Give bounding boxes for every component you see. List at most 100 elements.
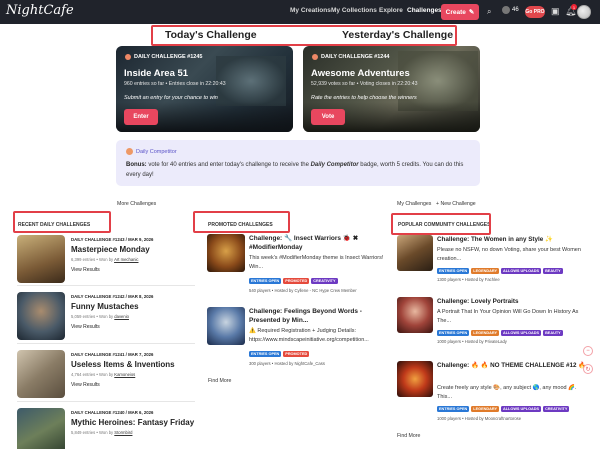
challenge-kicker: DAILY CHALLENGE #1240 / MAR 6, 2026 bbox=[71, 410, 154, 415]
entries-text: 5,059 entries • Won by bbox=[71, 314, 115, 319]
daily-challenge-item[interactable]: DAILY CHALLENGE #1241 / MAR 7, 2026 Usel… bbox=[17, 350, 195, 402]
daily-competitor-banner: Daily Competitor Bonus: vote for 40 entr… bbox=[116, 140, 480, 186]
challenge-thumbnail bbox=[397, 297, 433, 333]
yesterdays-challenge-card[interactable]: DAILY CHALLENGE #1244 Awesome Adventures… bbox=[303, 46, 480, 132]
badge-name: Daily Competitor bbox=[310, 162, 359, 168]
enter-button[interactable]: Enter bbox=[124, 109, 158, 125]
my-challenges-link[interactable]: My Challenges bbox=[397, 201, 431, 207]
community-challenge-item[interactable]: Challenge: 🔥 🔥 NO THEME CHALLENGE #12 🔥 … bbox=[397, 361, 586, 427]
pill-label: Daily Competitor bbox=[136, 148, 177, 155]
competitor-text: Bonus: vote for 40 entries and enter tod… bbox=[126, 161, 476, 180]
competitor-icon bbox=[126, 148, 133, 155]
tag-creativity: CREATIVITY bbox=[543, 406, 570, 412]
view-results-link[interactable]: View Results bbox=[71, 382, 100, 388]
create-label: Create bbox=[445, 8, 466, 16]
nav-my-collections[interactable]: My Collections bbox=[331, 7, 377, 14]
pencil-icon: ✎ bbox=[468, 9, 475, 16]
daily-challenge-item[interactable]: DAILY CHALLENGE #1243 / MAR 9, 2026 Mast… bbox=[17, 235, 195, 287]
annotation-box bbox=[391, 213, 491, 235]
bonus-text: vote for 40 entries and enter today's ch… bbox=[146, 162, 311, 168]
tag-legendary: LEGENDARY bbox=[471, 406, 499, 412]
winner-link[interactable]: Kamoneios bbox=[114, 372, 135, 377]
challenge-entries: 6,399 entries • Won by Art mechanic bbox=[71, 257, 139, 262]
challenge-desc: Submit an entry for your chance to win bbox=[124, 95, 218, 101]
winner-link[interactable]: Stormbird bbox=[114, 430, 132, 435]
notification-badge: 1 bbox=[571, 4, 577, 10]
challenge-name: Mythic Heroines: Fantasy Friday ×... bbox=[71, 418, 195, 427]
more-challenges-link[interactable]: More Challenges bbox=[117, 201, 156, 207]
community-challenge-item[interactable]: Challenge: Lovely Portraits A Portrait T… bbox=[397, 297, 583, 351]
go-pro-button[interactable]: Go PRO bbox=[525, 6, 545, 18]
challenge-title: Awesome Adventures bbox=[311, 68, 410, 79]
challenge-title: Challenge: Feelings Beyond Words - Prese… bbox=[249, 308, 362, 324]
tag-beauty: BEAUTY bbox=[543, 268, 563, 274]
annotation-box bbox=[193, 211, 290, 233]
tag-entries-open: ENTRIES OPEN bbox=[249, 351, 282, 357]
challenge-thumbnail bbox=[207, 307, 245, 345]
tag-list: ENTRIES OPEN LEGENDARY ALLOWS UPLOADS BE… bbox=[437, 268, 563, 274]
promoted-challenge-item[interactable]: Challenge: 🔧 Insect Warriors 🐞 ✖ #Modifi… bbox=[207, 234, 387, 300]
entries-text: 4,764 entries • Won by bbox=[71, 372, 115, 377]
create-button[interactable]: Create ✎ bbox=[441, 4, 479, 20]
user-avatar[interactable] bbox=[577, 5, 591, 19]
find-more-promoted-link[interactable]: Find More bbox=[208, 378, 231, 384]
challenge-title: Challenge: Lovely Portraits bbox=[437, 298, 519, 305]
daily-challenge-item[interactable]: DAILY CHALLENGE #1240 / MAR 6, 2026 Myth… bbox=[17, 408, 195, 449]
challenge-label: DAILY CHALLENGE #1245 bbox=[125, 54, 202, 60]
nav-my-creations[interactable]: My Creations bbox=[290, 7, 331, 14]
tag-creativity: CREATIVITY bbox=[311, 278, 338, 284]
challenge-thumbnail bbox=[17, 235, 65, 283]
tag-entries-open: ENTRIES OPEN bbox=[437, 406, 470, 412]
todays-challenge-card[interactable]: DAILY CHALLENGE #1245 Inside Area 51 960… bbox=[116, 46, 293, 132]
tag-legendary: LEGENDARY bbox=[471, 330, 499, 336]
credits-icon bbox=[502, 6, 510, 14]
nav-challenges[interactable]: Challenges bbox=[407, 7, 442, 14]
challenge-icon bbox=[312, 54, 318, 60]
view-results-link[interactable]: View Results bbox=[71, 324, 100, 330]
challenge-meta: 52,939 votes so far • Voting closes in 2… bbox=[311, 81, 418, 87]
challenge-label: DAILY CHALLENGE #1244 bbox=[312, 54, 389, 60]
challenge-entries: 4,764 entries • Won by Kamoneios bbox=[71, 372, 135, 377]
challenge-name: Funny Mustaches bbox=[71, 302, 139, 311]
nightcafe-logo[interactable]: NightCafe bbox=[6, 3, 74, 18]
challenge-title: Challenge: 🔧 Insect Warriors 🐞 ✖ #Modifi… bbox=[249, 235, 359, 251]
tag-entries-open: ENTRIES OPEN bbox=[437, 268, 470, 274]
challenge-entries: 5,849 entries • Won by Stormbird bbox=[71, 430, 132, 435]
winner-link[interactable]: davenio bbox=[114, 314, 129, 319]
challenge-kicker: DAILY CHALLENGE #1241 / MAR 7, 2026 bbox=[71, 352, 154, 357]
tag-legendary: LEGENDARY bbox=[471, 268, 499, 274]
entries-text: 6,399 entries • Won by bbox=[71, 257, 115, 262]
tag-allows-uploads: ALLOWS UPLOADS bbox=[500, 330, 542, 336]
challenge-thumbnail bbox=[17, 350, 65, 398]
credits-display[interactable]: 46 bbox=[502, 6, 519, 14]
promoted-challenge-item[interactable]: Challenge: Feelings Beyond Words - Prese… bbox=[207, 307, 387, 373]
new-challenge-link[interactable]: + New Challenge bbox=[436, 201, 476, 207]
nav-explore[interactable]: Explore bbox=[379, 7, 403, 14]
tag-promoted: PROMOTED bbox=[283, 278, 310, 284]
challenge-description: A Portrait That In Your Opinion Will Go … bbox=[437, 309, 579, 324]
edit-icon[interactable]: ▣ bbox=[551, 6, 560, 17]
challenge-thumbnail bbox=[17, 292, 65, 340]
challenge-footer: 1300 players • Hosted by Fachlee bbox=[437, 277, 500, 282]
divider bbox=[17, 343, 195, 344]
find-more-community-link[interactable]: Find More bbox=[397, 433, 420, 439]
divider bbox=[17, 401, 195, 402]
refresh-icon[interactable]: ↻ bbox=[583, 364, 593, 374]
daily-challenge-item[interactable]: DAILY CHALLENGE #1242 / MAR 8, 2026 Funn… bbox=[17, 292, 195, 344]
view-results-link[interactable]: View Results bbox=[71, 267, 100, 273]
winner-link[interactable]: Art mechanic bbox=[114, 257, 138, 262]
challenge-meta: 960 entries so far • Entries close in 22… bbox=[124, 81, 226, 87]
challenge-number: DAILY CHALLENGE #1244 bbox=[321, 54, 390, 60]
challenge-title: Challenge: 🔥 🔥 NO THEME CHALLENGE #12 🔥 bbox=[437, 362, 587, 369]
challenge-icon bbox=[125, 54, 131, 60]
challenge-kicker: DAILY CHALLENGE #1242 / MAR 8, 2026 bbox=[71, 294, 154, 299]
daily-competitor-pill: Daily Competitor bbox=[126, 148, 177, 155]
tag-list: ENTRIES OPEN LEGENDARY ALLOWS UPLOADS BE… bbox=[437, 330, 563, 336]
challenge-footer: 1000 players • Hosted by PrivateLady bbox=[437, 339, 507, 344]
community-challenge-item[interactable]: Challenge: The Women in any Style ✨ Plea… bbox=[397, 235, 583, 289]
minus-icon[interactable]: − bbox=[583, 346, 593, 356]
vote-button[interactable]: Vote bbox=[311, 109, 345, 125]
challenge-description: ⚠️ Required Registration + Judging Detai… bbox=[249, 328, 369, 343]
search-icon[interactable]: ⌕ bbox=[487, 7, 491, 17]
tag-allows-uploads: ALLOWS UPLOADS bbox=[500, 268, 542, 274]
